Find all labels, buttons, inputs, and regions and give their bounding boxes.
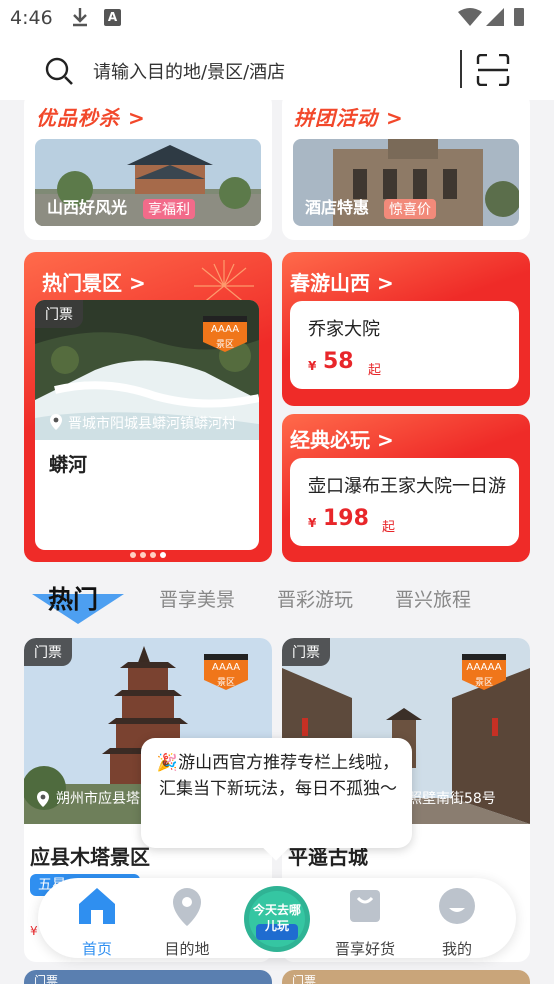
accessibility-icon: A — [104, 9, 121, 26]
hot-spots-card[interactable]: 热门景区 > 门票 AAAA 景区 晋城市阳城县蟒河镇蟒河村 蟒河 — [24, 252, 272, 562]
shopping-bag-icon — [350, 890, 380, 922]
scan-icon[interactable] — [476, 54, 510, 86]
flash-sale-card[interactable]: 优品秒杀 > 山西好风光 享福利 — [24, 92, 272, 240]
next-listing-card[interactable]: 门票 — [24, 970, 272, 984]
classic-price: 198 — [323, 506, 369, 531]
listing-currency: ¥ — [30, 924, 38, 938]
nav-center-button[interactable]: 今天去哪儿玩 — [240, 884, 314, 954]
classic-travel-card[interactable]: 经典必玩 > 壶口瀑布王家大院一日游 ¥ 198 起 — [282, 414, 530, 562]
hot-spot-address: 晋城市阳城县蟒河镇蟒河村 — [68, 416, 236, 432]
search-divider — [460, 50, 462, 88]
ticket-label: 门票 — [24, 638, 72, 666]
classic-price-suffix: 起 — [382, 520, 396, 535]
listing-address: 朔州市应县塔 — [56, 791, 140, 807]
signal-icon — [458, 8, 524, 26]
search-icon[interactable] — [44, 56, 74, 86]
group-buy-image[interactable]: 酒店特惠 惊喜价 — [293, 139, 519, 226]
spring-price: 58 — [323, 349, 354, 374]
spring-item[interactable]: 乔家大院 ¥ 58 起 — [290, 301, 519, 389]
flash-sale-title[interactable]: 优品秒杀 > — [36, 102, 146, 131]
spring-price-suffix: 起 — [368, 363, 382, 378]
search-bar: 请输入目的地/景区/酒店 — [0, 36, 554, 100]
location-pin-icon — [50, 414, 62, 430]
classic-item-name: 壶口瀑布王家大院一日游 — [308, 476, 506, 497]
flash-sale-tag: 享福利 — [143, 199, 195, 219]
spring-currency: ¥ — [308, 359, 317, 373]
classic-item[interactable]: 壶口瀑布王家大院一日游 ¥ 198 起 — [290, 458, 519, 546]
bottom-navigation: 首页 目的地 今天去哪儿玩 晋享好货 我的 — [38, 878, 516, 958]
aaaa-badge-icon: AAAA 景区 — [201, 314, 249, 354]
nav-mine[interactable]: 我的 — [422, 884, 492, 958]
spring-item-name: 乔家大院 — [308, 319, 380, 340]
category-tabs: 热门 晋享美景 晋彩游玩 晋兴旅程 — [0, 568, 554, 632]
listing-address: 照壁南街58号 — [408, 791, 496, 807]
home-icon — [79, 888, 115, 924]
status-bar: 4:46 A — [0, 0, 554, 36]
search-input[interactable]: 请输入目的地/景区/酒店 — [93, 58, 285, 84]
hot-spot-name: 蟒河 — [49, 454, 88, 476]
tooltip-text: 🎉游山西官方推荐专栏上线啦，汇集当下新玩法，每日不孤独～ — [156, 753, 400, 799]
ticket-label: 门票 — [282, 638, 330, 666]
status-time: 4:46 — [10, 7, 53, 29]
next-listing-card[interactable]: 门票 — [282, 970, 530, 984]
nav-goods[interactable]: 晋享好货 — [330, 884, 400, 958]
group-buy-card[interactable]: 拼团活动 > 酒店特惠 惊喜价 — [282, 92, 530, 240]
location-pin-icon — [37, 791, 49, 807]
group-buy-title[interactable]: 拼团活动 > — [294, 102, 404, 131]
aaaaa-badge-icon: AAAAA 景区 — [460, 652, 508, 692]
tab-play[interactable]: 晋彩游玩 — [277, 585, 353, 612]
group-buy-caption: 酒店特惠 — [305, 198, 370, 217]
tab-scenery[interactable]: 晋享美景 — [159, 585, 235, 612]
flash-sale-image[interactable]: 山西好风光 享福利 — [35, 139, 261, 226]
profile-icon — [439, 888, 475, 924]
aaaa-badge-icon: AAAA 景区 — [202, 652, 250, 692]
hot-spots-title[interactable]: 热门景区 > — [42, 267, 146, 296]
carousel-dots — [130, 552, 170, 558]
hot-spot-item[interactable]: 门票 AAAA 景区 晋城市阳城县蟒河镇蟒河村 蟒河 — [35, 300, 259, 550]
spring-travel-title[interactable]: 春游山西 > — [290, 267, 394, 296]
nav-destination[interactable]: 目的地 — [152, 884, 222, 958]
flash-sale-caption: 山西好风光 — [47, 198, 128, 217]
download-icon — [73, 8, 87, 27]
classic-currency: ¥ — [308, 516, 317, 530]
listing-title: 应县木塔景区 — [30, 845, 150, 869]
group-buy-tag: 惊喜价 — [384, 199, 436, 219]
tab-hot[interactable]: 热门 — [48, 580, 98, 616]
tab-journey[interactable]: 晋兴旅程 — [395, 585, 471, 612]
recommendation-tooltip[interactable]: 🎉游山西官方推荐专栏上线啦，汇集当下新玩法，每日不孤独～ — [141, 738, 412, 861]
spring-travel-card[interactable]: 春游山西 > 乔家大院 ¥ 58 起 — [282, 252, 530, 406]
ticket-label: 门票 — [35, 300, 83, 328]
classic-travel-title[interactable]: 经典必玩 > — [290, 424, 394, 453]
location-icon — [173, 888, 201, 926]
nav-home[interactable]: 首页 — [62, 884, 132, 958]
